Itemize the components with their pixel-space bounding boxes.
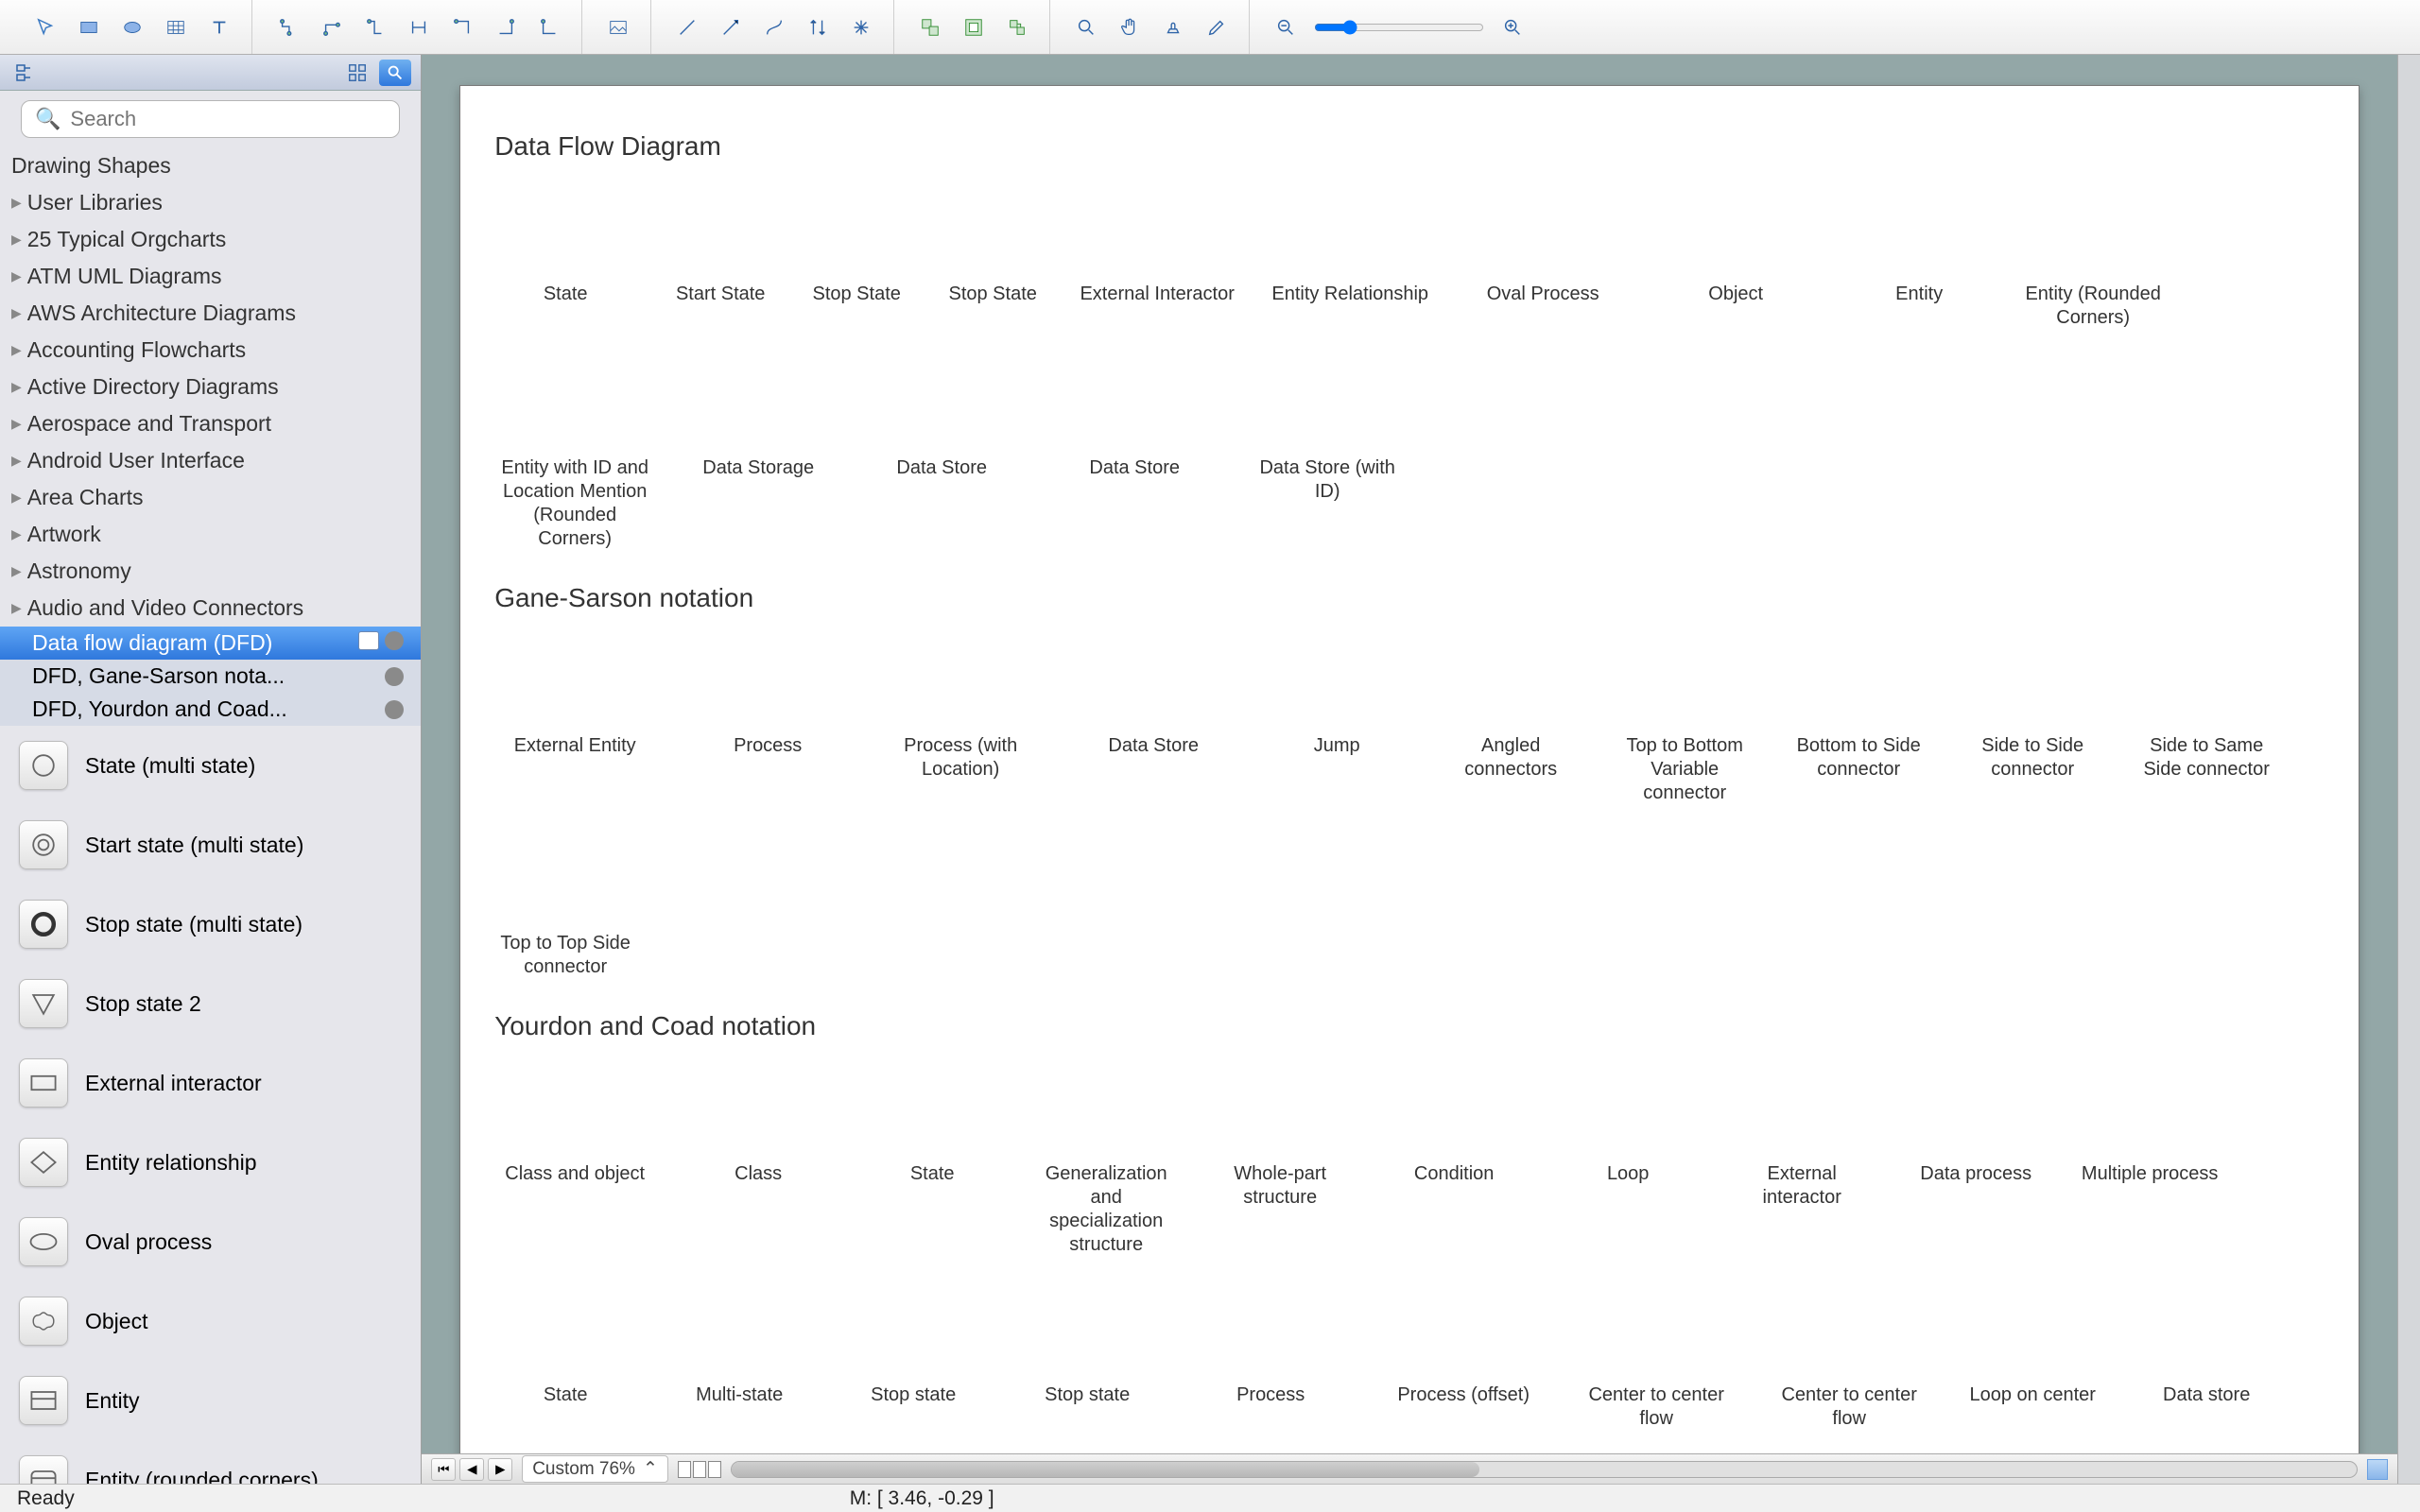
palette-shape[interactable]: Start state (multi state)	[0, 805, 421, 885]
canvas-scroll[interactable]: Data Flow Diagram State Start State Stop…	[422, 55, 2397, 1453]
palette-shape[interactable]: Entity	[0, 1361, 421, 1440]
ellipse-shape-tool[interactable]	[113, 10, 151, 44]
palette-shape[interactable]: Entity relationship	[0, 1123, 421, 1202]
search-input-wrap: 🔍	[21, 100, 400, 138]
horizontal-scrollbar[interactable]	[731, 1461, 2358, 1478]
pointer-tool[interactable]	[26, 10, 64, 44]
section-title: Data Flow Diagram	[494, 131, 2325, 162]
grid-view-icon[interactable]	[341, 60, 373, 86]
sublibrary-item[interactable]: DFD, Gane-Sarson nota...	[0, 660, 421, 693]
page-first-button[interactable]: ⏮	[431, 1458, 456, 1481]
library-item[interactable]: ▶Accounting Flowcharts	[0, 332, 421, 369]
zoom-out-icon[interactable]	[1267, 10, 1305, 44]
zoom-tool[interactable]	[1067, 10, 1105, 44]
conn-tool-1[interactable]	[269, 10, 307, 44]
close-icon[interactable]	[385, 667, 404, 686]
library-item[interactable]: ▶Artwork	[0, 516, 421, 553]
library-item[interactable]: ▶AWS Architecture Diagrams	[0, 295, 421, 332]
library-item[interactable]: ▶Aerospace and Transport	[0, 405, 421, 442]
group-tool-3[interactable]	[998, 10, 1036, 44]
panel-toggle-icon[interactable]	[2367, 1459, 2388, 1480]
library-item[interactable]: Drawing Shapes	[0, 147, 421, 184]
sublibrary-item[interactable]: DFD, Yourdon and Coad...	[0, 693, 421, 726]
close-icon[interactable]	[385, 631, 404, 650]
palette-shape[interactable]: Entity (rounded corners)	[0, 1440, 421, 1484]
view-mode-icons[interactable]	[678, 1461, 721, 1478]
table-tool[interactable]	[157, 10, 195, 44]
palette-shape[interactable]: External interactor	[0, 1043, 421, 1123]
page-next-button[interactable]: ▶	[488, 1458, 512, 1481]
zoom-display[interactable]: Custom 76%⌃	[522, 1455, 668, 1483]
star-connect-tool[interactable]	[842, 10, 880, 44]
status-ready: Ready	[17, 1487, 75, 1510]
double-arrow-tool[interactable]	[799, 10, 837, 44]
pan-tool[interactable]	[1111, 10, 1149, 44]
library-item[interactable]: ▶Area Charts	[0, 479, 421, 516]
pen-tool[interactable]	[1198, 10, 1236, 44]
conn-tool-5[interactable]	[443, 10, 481, 44]
conn-tool-7[interactable]	[530, 10, 568, 44]
library-item[interactable]: ▶ATM UML Diagrams	[0, 258, 421, 295]
library-tree-icon[interactable]	[9, 60, 42, 86]
curve-tool[interactable]	[755, 10, 793, 44]
palette-shape[interactable]: Stop state 2	[0, 964, 421, 1043]
conn-tool-2[interactable]	[313, 10, 351, 44]
library-item[interactable]: ▶Astronomy	[0, 553, 421, 590]
palette-shape[interactable]: Object	[0, 1281, 421, 1361]
group-tool-1[interactable]	[911, 10, 949, 44]
section-title: Yourdon and Coad notation	[494, 1011, 2325, 1041]
line-tool-1[interactable]	[668, 10, 706, 44]
image-tool[interactable]	[599, 10, 637, 44]
status-mouse: M: [ 3.46, -0.29 ]	[850, 1487, 994, 1510]
rect-shape-tool[interactable]	[70, 10, 108, 44]
library-item[interactable]: ▶Audio and Video Connectors	[0, 590, 421, 627]
library-item[interactable]: ▶Active Directory Diagrams	[0, 369, 421, 405]
status-bar: Ready M: [ 3.46, -0.29 ]	[0, 1484, 2420, 1512]
search-view-icon[interactable]	[379, 60, 411, 86]
conn-tool-3[interactable]	[356, 10, 394, 44]
sublibrary-item[interactable]: Data flow diagram (DFD)	[0, 627, 421, 660]
main-toolbar	[0, 0, 2420, 55]
section-title: Gane-Sarson notation	[494, 583, 2325, 613]
conn-tool-4[interactable]	[400, 10, 438, 44]
line-tool-2[interactable]	[712, 10, 750, 44]
library-item[interactable]: ▶25 Typical Orgcharts	[0, 221, 421, 258]
zoom-slider[interactable]	[1314, 20, 1484, 35]
palette-shape[interactable]: Oval process	[0, 1202, 421, 1281]
close-icon[interactable]	[385, 700, 404, 719]
zoom-in-icon[interactable]	[1494, 10, 1531, 44]
canvas-area: Data Flow Diagram State Start State Stop…	[422, 55, 2397, 1484]
palette-shape[interactable]: Stop state (multi state)	[0, 885, 421, 964]
save-icon[interactable]	[358, 631, 379, 650]
open-libraries: Data flow diagram (DFD) DFD, Gane-Sarson…	[0, 627, 421, 726]
search-icon: 🔍	[35, 107, 60, 131]
shape-palette: State (multi state) Start state (multi s…	[0, 726, 421, 1484]
library-list: Drawing Shapes ▶User Libraries ▶25 Typic…	[0, 147, 421, 627]
stamp-tool[interactable]	[1154, 10, 1192, 44]
text-tool[interactable]	[200, 10, 238, 44]
palette-shape[interactable]: State (multi state)	[0, 726, 421, 805]
conn-tool-6[interactable]	[487, 10, 525, 44]
canvas-footer-bar: ⏮ ◀ ▶ Custom 76%⌃	[422, 1453, 2397, 1484]
library-panel: 🔍 Drawing Shapes ▶User Libraries ▶25 Typ…	[0, 55, 422, 1484]
library-item[interactable]: ▶User Libraries	[0, 184, 421, 221]
search-input[interactable]	[70, 107, 386, 131]
library-item[interactable]: ▶Android User Interface	[0, 442, 421, 479]
page-prev-button[interactable]: ◀	[459, 1458, 484, 1481]
vertical-scrollbar[interactable]	[2397, 55, 2420, 1484]
drawing-page[interactable]: Data Flow Diagram State Start State Stop…	[459, 85, 2360, 1453]
group-tool-2[interactable]	[955, 10, 993, 44]
